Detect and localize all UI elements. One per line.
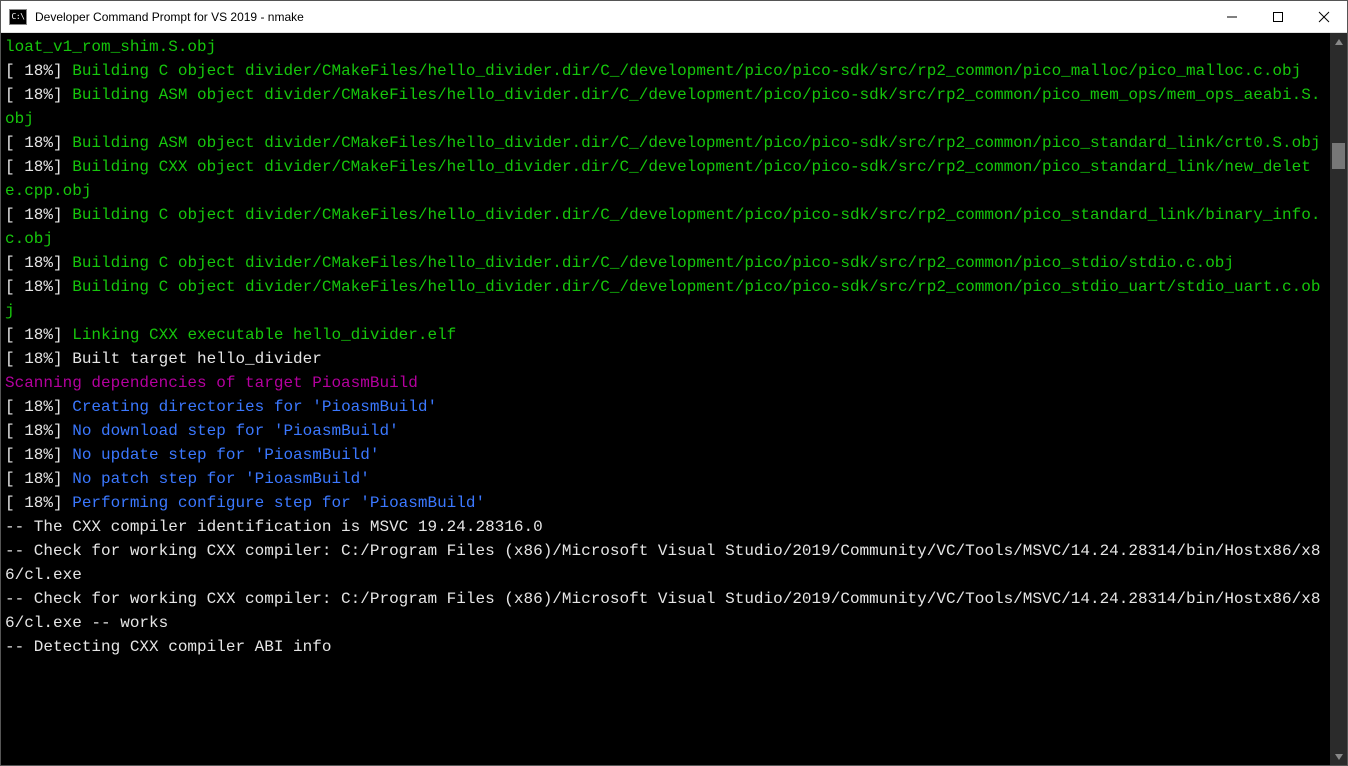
window-controls [1209, 1, 1347, 32]
terminal-text-segment: [ 18%] [5, 446, 72, 464]
terminal-line: -- Detecting CXX compiler ABI info [5, 635, 1326, 659]
terminal-line: [ 18%] No update step for 'PioasmBuild' [5, 443, 1326, 467]
minimize-button[interactable] [1209, 1, 1255, 32]
terminal-line: [ 18%] Built target hello_divider [5, 347, 1326, 371]
terminal-text-segment: [ 18%] [5, 278, 72, 296]
terminal-line: [ 18%] Building C object divider/CMakeFi… [5, 59, 1326, 83]
terminal-text-segment: [ 18%] [5, 206, 72, 224]
terminal-line: [ 18%] Building CXX object divider/CMake… [5, 155, 1326, 203]
terminal-line: -- Check for working CXX compiler: C:/Pr… [5, 587, 1326, 635]
terminal-text-segment: [ 18%] [5, 86, 72, 104]
terminal-line: -- The CXX compiler identification is MS… [5, 515, 1326, 539]
terminal-line: [ 18%] Performing configure step for 'Pi… [5, 491, 1326, 515]
terminal-text-segment: Building CXX object divider/CMakeFiles/h… [5, 158, 1311, 200]
maximize-button[interactable] [1255, 1, 1301, 32]
chevron-down-icon [1335, 754, 1343, 760]
terminal-text-segment: Creating directories for 'PioasmBuild' [72, 398, 437, 416]
terminal-line: loat_v1_rom_shim.S.obj [5, 35, 1326, 59]
terminal-text-segment: -- Check for working CXX compiler: C:/Pr… [5, 542, 1320, 584]
chevron-up-icon [1335, 39, 1343, 45]
terminal-text-segment: loat_v1_rom_shim.S.obj [5, 38, 216, 56]
terminal-text-segment: -- Detecting CXX compiler ABI info [5, 638, 331, 656]
terminal-text-segment: No update step for 'PioasmBuild' [72, 446, 379, 464]
terminal-output[interactable]: loat_v1_rom_shim.S.obj [ 18%] Building C … [1, 33, 1330, 765]
terminal-line: -- Check for working CXX compiler: C:/Pr… [5, 539, 1326, 587]
terminal-line: [ 18%] No download step for 'PioasmBuild… [5, 419, 1326, 443]
scrollbar-vertical[interactable] [1330, 33, 1347, 765]
titlebar[interactable]: C:\ Developer Command Prompt for VS 2019… [1, 1, 1347, 33]
terminal-text-segment: [ 18%] [5, 62, 72, 80]
terminal-text-segment: [ 18%] [5, 158, 72, 176]
terminal-line: [ 18%] Linking CXX executable hello_divi… [5, 323, 1326, 347]
terminal-text-segment: [ 18%] [5, 470, 72, 488]
window-frame: C:\ Developer Command Prompt for VS 2019… [0, 0, 1348, 766]
window-title: Developer Command Prompt for VS 2019 - n… [35, 10, 1209, 24]
scroll-down-button[interactable] [1330, 748, 1347, 765]
app-icon: C:\ [9, 9, 27, 25]
terminal-line: [ 18%] Building ASM object divider/CMake… [5, 83, 1326, 131]
terminal-text-segment: Building C object divider/CMakeFiles/hel… [72, 62, 1301, 80]
terminal-text-segment: [ 18%] [5, 422, 72, 440]
terminal-text-segment: No download step for 'PioasmBuild' [72, 422, 398, 440]
terminal-text-segment: Building C object divider/CMakeFiles/hel… [5, 206, 1320, 248]
terminal-area: loat_v1_rom_shim.S.obj [ 18%] Building C … [1, 33, 1347, 765]
scroll-up-button[interactable] [1330, 33, 1347, 50]
terminal-text-segment: Building ASM object divider/CMakeFiles/h… [5, 86, 1320, 128]
terminal-text-segment: Building C object divider/CMakeFiles/hel… [5, 278, 1320, 320]
terminal-text-segment: Linking CXX executable hello_divider.elf [72, 326, 456, 344]
terminal-text-segment: No patch step for 'PioasmBuild' [72, 470, 370, 488]
terminal-line: [ 18%] No patch step for 'PioasmBuild' [5, 467, 1326, 491]
terminal-text-segment: [ 18%] [5, 326, 72, 344]
scroll-thumb[interactable] [1332, 143, 1345, 169]
minimize-icon [1227, 12, 1237, 22]
terminal-text-segment: Building C object divider/CMakeFiles/hel… [72, 254, 1234, 272]
terminal-text-segment: Performing configure step for 'PioasmBui… [72, 494, 485, 512]
terminal-text-segment: Scanning dependencies of target PioasmBu… [5, 374, 418, 392]
terminal-text-segment: [ 18%] [5, 134, 72, 152]
terminal-line: [ 18%] Building C object divider/CMakeFi… [5, 203, 1326, 251]
terminal-line: [ 18%] Building C object divider/CMakeFi… [5, 251, 1326, 275]
terminal-text-segment: [ 18%] [5, 494, 72, 512]
terminal-line: [ 18%] Building C object divider/CMakeFi… [5, 275, 1326, 323]
terminal-text-segment: Building ASM object divider/CMakeFiles/h… [72, 134, 1320, 152]
terminal-line: [ 18%] Creating directories for 'PioasmB… [5, 395, 1326, 419]
close-icon [1318, 11, 1330, 23]
close-button[interactable] [1301, 1, 1347, 32]
terminal-text-segment: [ 18%] [5, 398, 72, 416]
terminal-line: Scanning dependencies of target PioasmBu… [5, 371, 1326, 395]
maximize-icon [1273, 12, 1283, 22]
terminal-text-segment: [ 18%] Built target hello_divider [5, 350, 322, 368]
terminal-text-segment: -- Check for working CXX compiler: C:/Pr… [5, 590, 1320, 632]
terminal-text-segment: [ 18%] [5, 254, 72, 272]
terminal-line: [ 18%] Building ASM object divider/CMake… [5, 131, 1326, 155]
terminal-text-segment: -- The CXX compiler identification is MS… [5, 518, 543, 536]
